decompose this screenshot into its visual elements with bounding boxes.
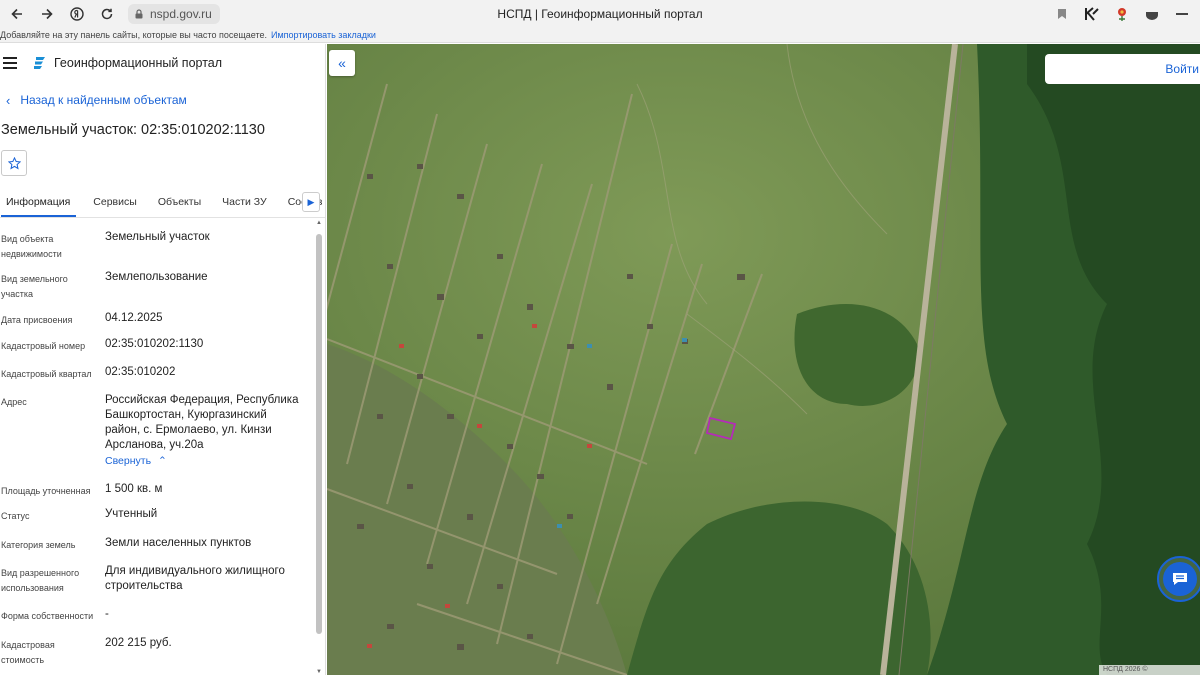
- scroll-up-icon[interactable]: ▲: [316, 220, 322, 226]
- browser-toolbar: nspd.gov.ru НСПД | Геоинформационный пор…: [0, 0, 1200, 28]
- property-value: Учтенный: [105, 508, 158, 520]
- property-value: 202 215 руб.: [105, 637, 172, 649]
- back-to-results-link[interactable]: ‹ Назад к найденным объектам: [0, 88, 325, 112]
- double-chevron-left-icon: «: [338, 55, 346, 71]
- tab-objects[interactable]: Объекты: [158, 196, 201, 217]
- collapse-label: Свернуть: [105, 455, 152, 467]
- chat-button[interactable]: [1157, 556, 1200, 602]
- property-label: Кадастровая стоимость: [1, 640, 55, 665]
- info-tabs: Информация Сервисы Объекты Части ЗУ Сост…: [0, 186, 325, 218]
- extension-hat-icon[interactable]: [1144, 6, 1160, 22]
- chevron-left-icon: ‹: [6, 92, 11, 108]
- extension-k-icon[interactable]: [1084, 6, 1100, 22]
- object-info-panel: Геоинформационный портал ‹ Назад к найде…: [0, 44, 326, 675]
- yandex-icon[interactable]: [64, 1, 90, 27]
- bookmarks-bar: Добавляйте на эту панель сайты, которые …: [0, 28, 1200, 43]
- forward-arrow-icon[interactable]: [34, 1, 60, 27]
- chat-icon: [1163, 562, 1197, 596]
- tab-land-parts[interactable]: Части ЗУ: [222, 196, 267, 217]
- property-label: Кадастровый квартал: [1, 369, 92, 379]
- object-title: Земельный участок: 02:35:010202:1130: [1, 122, 265, 138]
- bookmark-icon[interactable]: [1054, 6, 1070, 22]
- reload-icon[interactable]: [94, 1, 120, 27]
- favorite-button[interactable]: [1, 150, 27, 176]
- collapse-link[interactable]: Свернуть ⌃: [105, 455, 167, 467]
- panel-header: Геоинформационный портал: [0, 44, 325, 82]
- property-label: Форма собственности: [1, 611, 94, 621]
- scroll-down-icon[interactable]: ▼: [316, 669, 322, 675]
- property-label: Площадь уточненная: [1, 486, 91, 496]
- menu-dash-icon[interactable]: [1174, 6, 1190, 22]
- back-arrow-icon[interactable]: [4, 1, 30, 27]
- property-label: Статус: [1, 511, 30, 521]
- property-value: -: [105, 608, 109, 620]
- collapse-panel-button[interactable]: «: [329, 50, 355, 76]
- property-label: Вид объекта недвижимости: [1, 234, 62, 259]
- import-bookmarks-link[interactable]: Импортировать закладки: [271, 30, 376, 40]
- address-bar[interactable]: nspd.gov.ru: [128, 4, 220, 24]
- property-label: Категория земель: [1, 540, 76, 550]
- property-value: Земли населенных пунктов: [105, 537, 252, 549]
- property-value: 1 500 кв. м: [105, 483, 163, 495]
- property-value: Российская Федерация, Республика Башкорт…: [105, 394, 299, 451]
- lock-icon: [135, 9, 143, 19]
- map-view[interactable]: « Войти НСПД 2026 ©: [327, 44, 1200, 675]
- property-value: 02:35:010202:1130: [105, 338, 204, 350]
- url-text: nspd.gov.ru: [150, 7, 212, 21]
- portal-title: Геоинформационный портал: [54, 56, 223, 70]
- property-label: Кадастровый номер: [1, 341, 86, 351]
- scrollbar-thumb[interactable]: [316, 234, 322, 634]
- property-value: 02:35:010202: [105, 366, 176, 378]
- bookmarks-hint: Добавляйте на эту панель сайты, которые …: [0, 30, 267, 40]
- property-value: Земельный участок: [105, 231, 210, 243]
- back-label: Назад к найденным объектам: [20, 93, 187, 107]
- property-label: Вид разрешенного использования: [1, 568, 80, 593]
- property-label: Дата присвоения: [1, 315, 73, 325]
- chevron-up-icon: ⌃: [157, 455, 167, 467]
- star-icon: [7, 156, 21, 169]
- hamburger-menu-icon[interactable]: [3, 57, 17, 69]
- extension-flower-icon[interactable]: [1114, 6, 1130, 22]
- property-value: Землепользование: [105, 271, 208, 283]
- tab-information[interactable]: Информация: [1, 196, 77, 217]
- tabs-scroll-right-icon[interactable]: ▶: [302, 192, 320, 212]
- property-label: Вид земельного участка: [1, 274, 68, 299]
- satellite-imagery: [327, 44, 1200, 675]
- map-copyright: НСПД 2026 ©: [1099, 665, 1200, 675]
- panel-scrollbar[interactable]: ▲ ▼: [315, 220, 323, 675]
- tab-services[interactable]: Сервисы: [93, 196, 137, 217]
- property-label: Адрес: [1, 397, 27, 407]
- login-button[interactable]: Войти: [1045, 54, 1200, 84]
- property-value: 04.12.2025: [105, 312, 163, 324]
- portal-logo-icon: [34, 56, 45, 69]
- property-value: Для индивидуального жилищного строительс…: [105, 565, 285, 592]
